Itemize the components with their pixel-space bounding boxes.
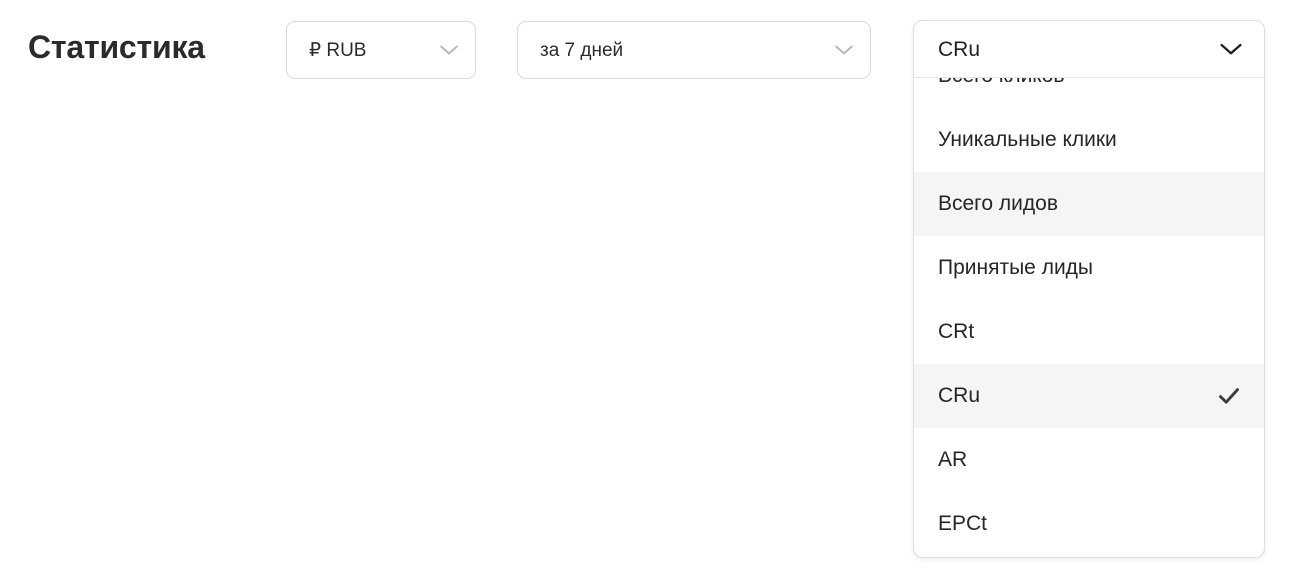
metric-option[interactable]: CRu [914, 364, 1264, 428]
period-select-value: за 7 дней [540, 39, 624, 61]
metric-option-label: AR [938, 448, 968, 471]
chevron-down-icon [835, 45, 853, 55]
currency-select-value: ₽ RUB [309, 39, 367, 61]
metric-option[interactable]: Всего лидов [914, 172, 1264, 236]
metric-option[interactable]: AR [914, 428, 1264, 492]
period-select[interactable]: за 7 дней [517, 21, 871, 79]
metric-option[interactable]: EPCt [914, 492, 1264, 556]
metric-option-label: EPCt [938, 512, 988, 535]
metric-select-value: CRu [938, 37, 981, 61]
metric-option-label: CRt [938, 320, 975, 343]
metric-options-list[interactable]: Всего кликов Уникальные клики Всего лидов П… [914, 78, 1264, 557]
metric-option-label: Всего лидов [938, 192, 1058, 215]
check-icon [1219, 388, 1239, 404]
page-title: Статистика [28, 29, 205, 65]
metric-option[interactable]: Всего кликов [914, 78, 1264, 108]
metric-option-label: Уникальные клики [938, 128, 1117, 151]
metric-option-label: CRu [938, 384, 981, 407]
metric-select-dropdown: CRu Всего кликов Уникальные клики Всего ли… [913, 20, 1265, 558]
metric-option-label: Всего кликов [938, 78, 1065, 88]
metric-options-list-inner: Всего кликов Уникальные клики Всего лидов П… [914, 78, 1264, 556]
metric-option[interactable]: Уникальные клики [914, 108, 1264, 172]
metric-option-label: Принятые лиды [938, 256, 1094, 279]
metric-select-trigger[interactable]: CRu [914, 21, 1264, 78]
currency-select[interactable]: ₽ RUB [286, 21, 476, 79]
metric-option[interactable]: CRt [914, 300, 1264, 364]
chevron-down-icon [440, 45, 458, 55]
chevron-down-icon[interactable] [1220, 43, 1242, 55]
metric-option[interactable]: Принятые лиды [914, 236, 1264, 300]
